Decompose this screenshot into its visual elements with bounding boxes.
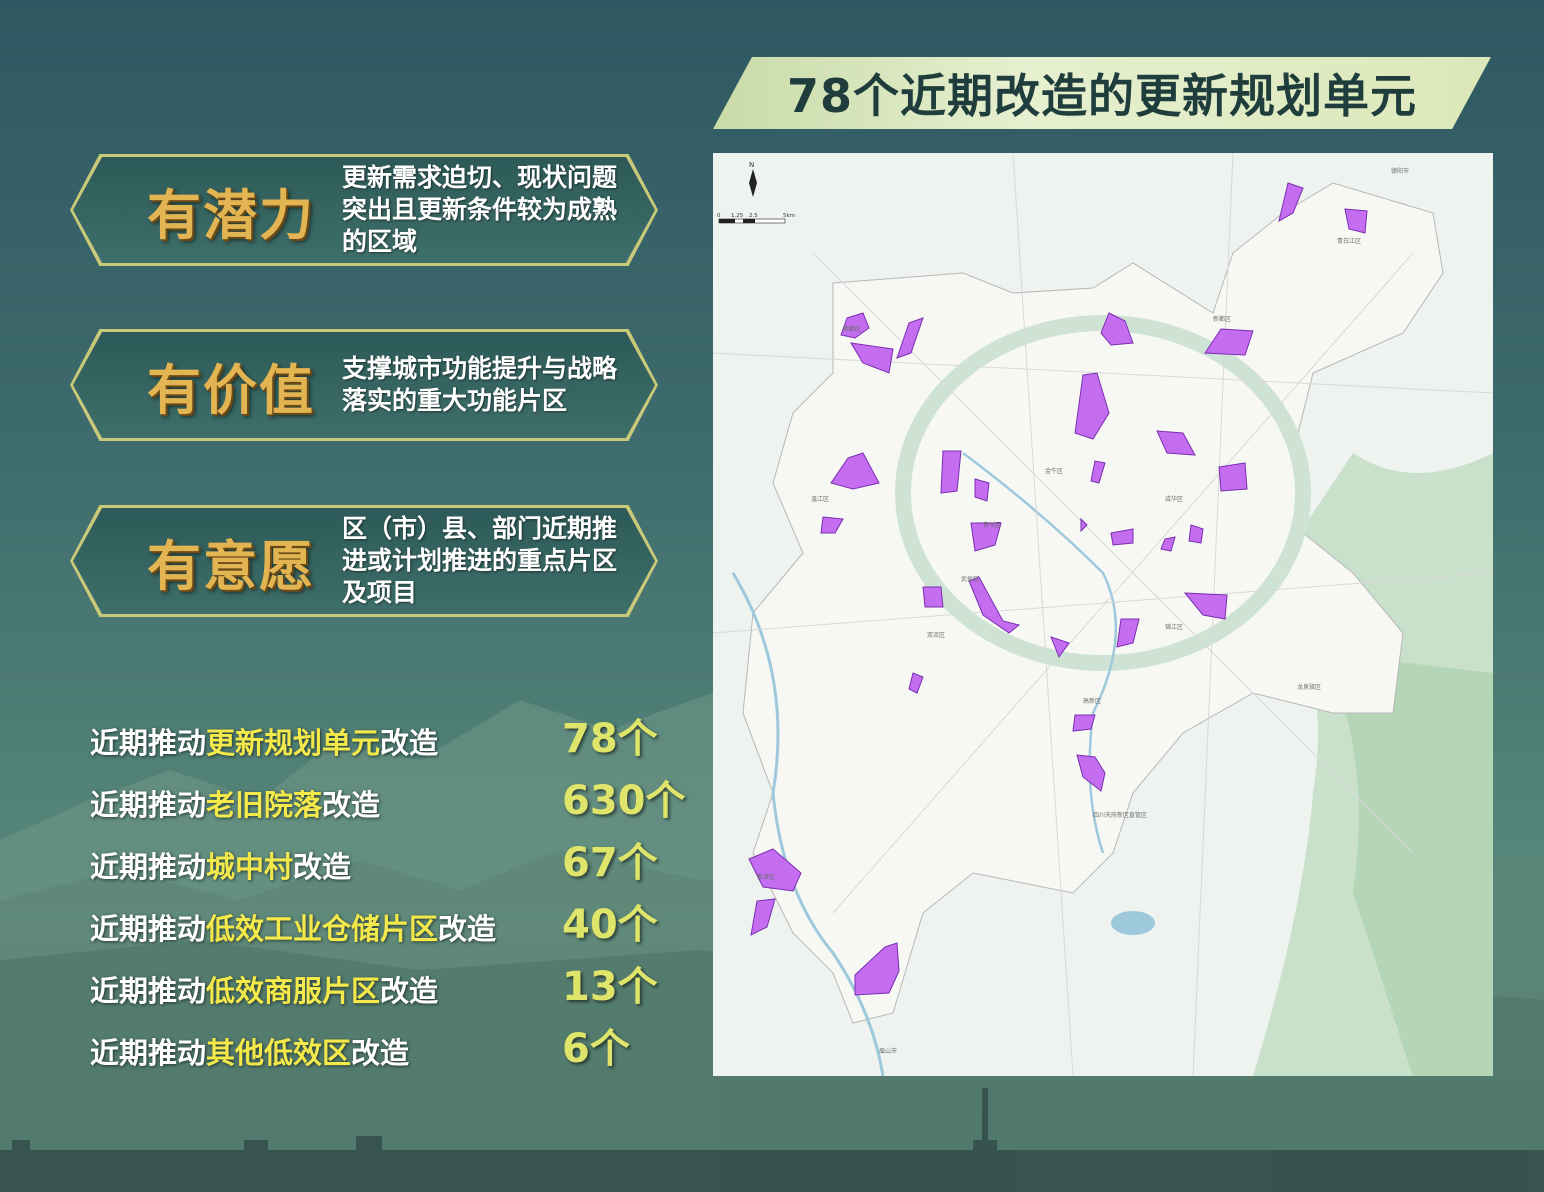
feature-willingness: 有意愿 区（市）县、部门近期推 进或计划推进的重点片区 及项目	[70, 505, 658, 617]
place-label: 郫都区	[843, 325, 861, 333]
feature-desc-line: 更新需求迫切、现状问题	[342, 163, 618, 192]
page-title: 78个近期改造的更新规划单元	[786, 69, 1417, 123]
stat-label-planning-units: 近期推动更新规划单元改造	[90, 720, 438, 764]
feature-potential: 有潜力 更新需求迫切、现状问题 突出且更新条件较为成熟 的区域	[70, 154, 658, 266]
stat-count: 630个	[562, 778, 686, 824]
place-label: 新津区	[757, 873, 775, 881]
feature-desc-line: 突出且更新条件较为成熟	[342, 195, 618, 224]
stat-label-urban-villages: 近期推动城中村改造	[90, 844, 351, 888]
place-label: 武侯区	[961, 575, 979, 583]
stat-highlight: 低效工业仓储片区	[206, 912, 439, 946]
feature-desc-line: 的区域	[342, 227, 418, 256]
stat-suffix: 改造	[322, 788, 381, 822]
feature-value: 有价值 支撑城市功能提升与战略 落实的重大功能片区	[70, 329, 658, 441]
stat-prefix: 近期推动	[90, 850, 207, 884]
stat-count: 67个	[562, 840, 658, 886]
stat-count: 40个	[562, 902, 658, 948]
stat-highlight: 老旧院落	[206, 788, 323, 822]
stat-count: 13个	[562, 964, 658, 1010]
stat-prefix: 近期推动	[90, 788, 207, 822]
feature-desc-line: 支撑城市功能提升与战略	[342, 354, 618, 383]
place-label: 金牛区	[1045, 467, 1063, 475]
stat-label-industrial: 近期推动低效工业仓储片区改造	[90, 906, 496, 950]
place-label: 德阳市	[1391, 167, 1409, 175]
stat-prefix: 近期推动	[90, 974, 207, 1008]
place-label: 青羊区	[983, 521, 1001, 529]
place-label: 温江区	[811, 495, 829, 503]
map[interactable]: N 0 1.25 2.5 5km 郫都区 新都区 青白江区 温江区 金牛区 成华…	[713, 153, 1493, 1076]
stat-highlight: 其他低效区	[206, 1036, 352, 1070]
stat-label-old-courtyards: 近期推动老旧院落改造	[90, 782, 380, 826]
feature-heading: 有潜力	[147, 183, 315, 247]
stat-suffix: 改造	[351, 1036, 410, 1070]
feature-desc-line: 区（市）县、部门近期推	[342, 514, 618, 543]
place-label: 成华区	[1165, 495, 1183, 503]
stat-highlight: 城中村	[206, 850, 294, 884]
stat-label-other: 近期推动其他低效区改造	[90, 1030, 409, 1074]
stat-prefix: 近期推动	[90, 1036, 207, 1070]
stat-label-commercial: 近期推动低效商服片区改造	[90, 968, 438, 1012]
stat-suffix: 改造	[438, 912, 497, 946]
feature-desc-line: 落实的重大功能片区	[342, 386, 568, 415]
place-label: 四川天府新区直管区	[1093, 811, 1147, 819]
place-label: 眉山市	[879, 1047, 897, 1055]
scale-label: 0	[717, 213, 721, 219]
feature-description: 更新需求迫切、现状问题 突出且更新条件较为成熟 的区域	[342, 154, 642, 266]
stat-prefix: 近期推动	[90, 726, 207, 760]
stat-highlight: 低效商服片区	[206, 974, 381, 1008]
scale-label: 2.5	[749, 213, 758, 219]
feature-desc-line: 进或计划推进的重点片区	[342, 546, 618, 575]
scale-label: 5km	[783, 213, 795, 219]
place-label: 青白江区	[1337, 237, 1361, 245]
map-canvas: N 0 1.25 2.5 5km 郫都区 新都区 青白江区 温江区 金牛区 成华…	[713, 153, 1493, 1076]
place-label: 高新区	[1083, 697, 1101, 705]
stat-suffix: 改造	[380, 726, 439, 760]
place-label: 龙泉驿区	[1297, 683, 1321, 691]
feature-heading: 有价值	[147, 358, 315, 422]
feature-description: 支撑城市功能提升与战略 落实的重大功能片区	[342, 329, 642, 441]
north-label: N	[749, 161, 754, 169]
place-label: 新都区	[1213, 315, 1231, 323]
place-label: 双流区	[927, 631, 945, 639]
feature-heading: 有意愿	[147, 534, 315, 598]
stat-count: 78个	[562, 716, 658, 762]
stat-suffix: 改造	[380, 974, 439, 1008]
stat-count: 6个	[562, 1026, 630, 1072]
stat-highlight: 更新规划单元	[206, 726, 381, 760]
scale-label: 1.25	[731, 213, 744, 219]
feature-description: 区（市）县、部门近期推 进或计划推进的重点片区 及项目	[342, 505, 642, 617]
stat-prefix: 近期推动	[90, 912, 207, 946]
place-label: 锦江区	[1165, 623, 1183, 631]
feature-desc-line: 及项目	[342, 578, 418, 607]
stat-suffix: 改造	[293, 850, 352, 884]
